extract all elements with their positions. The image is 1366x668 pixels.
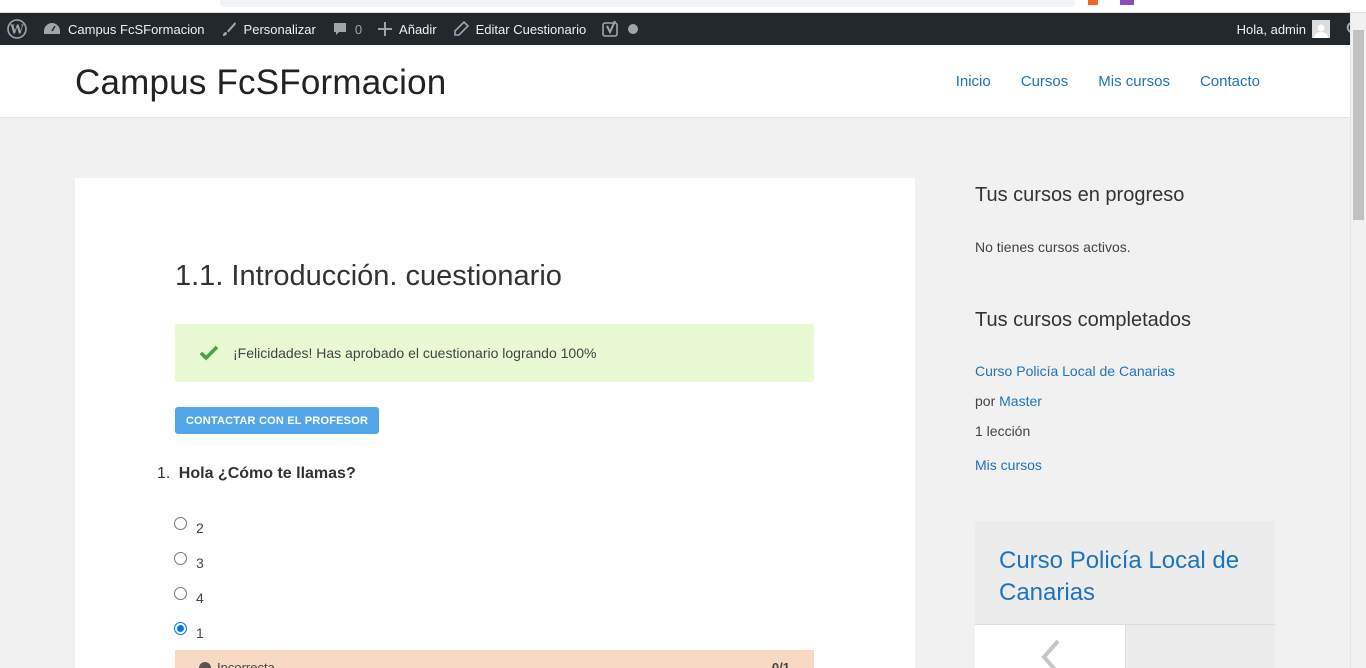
site-header: Campus FcSFormacion Inicio Cursos Mis cu… <box>0 45 1350 118</box>
radio-button[interactable] <box>174 552 187 565</box>
avatar <box>1312 20 1330 38</box>
my-account-menu[interactable]: Hola, admin <box>1229 13 1338 45</box>
nav-item-cursos[interactable]: Cursos <box>1021 73 1069 90</box>
answer-option[interactable]: 3 <box>174 545 204 580</box>
answer-option[interactable]: 2 <box>174 510 204 545</box>
edit-quiz-label: Editar Cuestionario <box>475 21 587 37</box>
brush-icon <box>222 22 236 36</box>
next-button[interactable] <box>1125 625 1275 668</box>
nav-item-inicio[interactable]: Inicio <box>956 73 991 90</box>
yoast-seo-icon[interactable] <box>594 13 628 45</box>
quiz-content: 1.1. Introducción. cuestionario ¡Felicid… <box>75 178 915 668</box>
answer-list: 2 3 4 1 <box>174 510 204 650</box>
comments-count: 0 <box>354 21 363 37</box>
answer-label: 1 <box>196 624 204 641</box>
site-name-label: Campus FcSFormacion <box>68 21 205 37</box>
extension-icon[interactable] <box>1088 0 1098 5</box>
progress-widget-title: Tus cursos en progreso <box>975 184 1185 206</box>
answer-label: 3 <box>196 554 204 571</box>
add-new-label: Añadir <box>399 21 437 37</box>
customize-menu[interactable]: Personalizar <box>213 13 324 45</box>
course-author: por Master <box>975 393 1042 409</box>
pencil-icon <box>453 21 469 36</box>
course-card-navigation <box>975 624 1275 668</box>
nav-item-contacto[interactable]: Contacto <box>1200 73 1260 90</box>
course-card-title[interactable]: Curso Policía Local de Canarias <box>999 545 1259 609</box>
lesson-count: 1 lección <box>975 423 1031 439</box>
answer-option[interactable]: 4 <box>174 580 204 615</box>
site-name-menu[interactable]: Campus FcSFormacion <box>35 13 213 45</box>
result-score: 0/1 <box>771 660 790 668</box>
wordpress-logo-icon[interactable]: W <box>0 13 35 45</box>
address-bar[interactable] <box>220 0 1075 7</box>
question-number: 1. <box>157 465 171 482</box>
status-dot-icon[interactable] <box>628 13 646 45</box>
radio-button[interactable] <box>174 587 187 600</box>
answer-result-bar: Incorrecta 0/1 <box>175 650 814 668</box>
dashboard-icon <box>44 23 60 34</box>
nav-item-mis-cursos[interactable]: Mis cursos <box>1098 73 1170 90</box>
radio-button-selected[interactable] <box>174 622 187 635</box>
course-card: Curso Policía Local de Canarias <box>975 521 1275 668</box>
add-new-menu[interactable]: Añadir <box>370 13 445 45</box>
admin-bar: W Campus FcSFormacion Personalizar 0 Aña… <box>0 13 1366 45</box>
author-link[interactable]: Master <box>999 393 1042 409</box>
my-courses-link[interactable]: Mis cursos <box>975 457 1042 473</box>
customize-label: Personalizar <box>243 21 316 37</box>
success-message: ¡Felicidades! Has aprobado el cuestionar… <box>233 345 597 361</box>
page-scrollbar[interactable] <box>1350 13 1366 668</box>
contact-teacher-button[interactable]: CONTACTAR CON EL PROFESOR <box>175 407 379 434</box>
no-active-courses-text: No tienes cursos activos. <box>975 239 1131 255</box>
result-status: Incorrecta <box>199 660 275 668</box>
browser-toolbar <box>0 0 1366 13</box>
plus-icon <box>378 22 393 36</box>
answer-label: 2 <box>196 519 204 536</box>
by-label: por <box>975 393 996 409</box>
main-navigation: Inicio Cursos Mis cursos Contacto <box>956 73 1260 90</box>
page-title: 1.1. Introducción. cuestionario <box>175 260 562 292</box>
info-icon <box>199 661 211 668</box>
comment-icon <box>333 23 346 35</box>
extension-icon[interactable] <box>1120 0 1134 5</box>
answer-option[interactable]: 1 <box>174 615 204 650</box>
scrollbar-thumb[interactable] <box>1353 30 1364 220</box>
comments-menu[interactable]: 0 <box>324 13 370 45</box>
completed-widget-title: Tus cursos completados <box>975 309 1192 331</box>
checkmark-icon <box>199 345 219 361</box>
question-text: Hola ¿Cómo te llamas? <box>178 465 356 482</box>
site-title[interactable]: Campus FcSFormacion <box>75 63 446 103</box>
chevron-left-icon <box>1041 639 1060 668</box>
edit-quiz-menu[interactable]: Editar Cuestionario <box>445 13 595 45</box>
completed-course-link[interactable]: Curso Policía Local de Canarias <box>975 363 1175 379</box>
result-text: Incorrecta <box>217 660 275 668</box>
radio-button[interactable] <box>174 517 187 530</box>
previous-button[interactable] <box>975 625 1125 668</box>
answer-label: 4 <box>196 589 204 606</box>
question-title: 1. Hola ¿Cómo te llamas? <box>157 465 356 483</box>
svg-text:W: W <box>9 23 24 37</box>
greeting-label: Hola, admin <box>1236 21 1306 37</box>
success-notice: ¡Felicidades! Has aprobado el cuestionar… <box>175 324 814 382</box>
